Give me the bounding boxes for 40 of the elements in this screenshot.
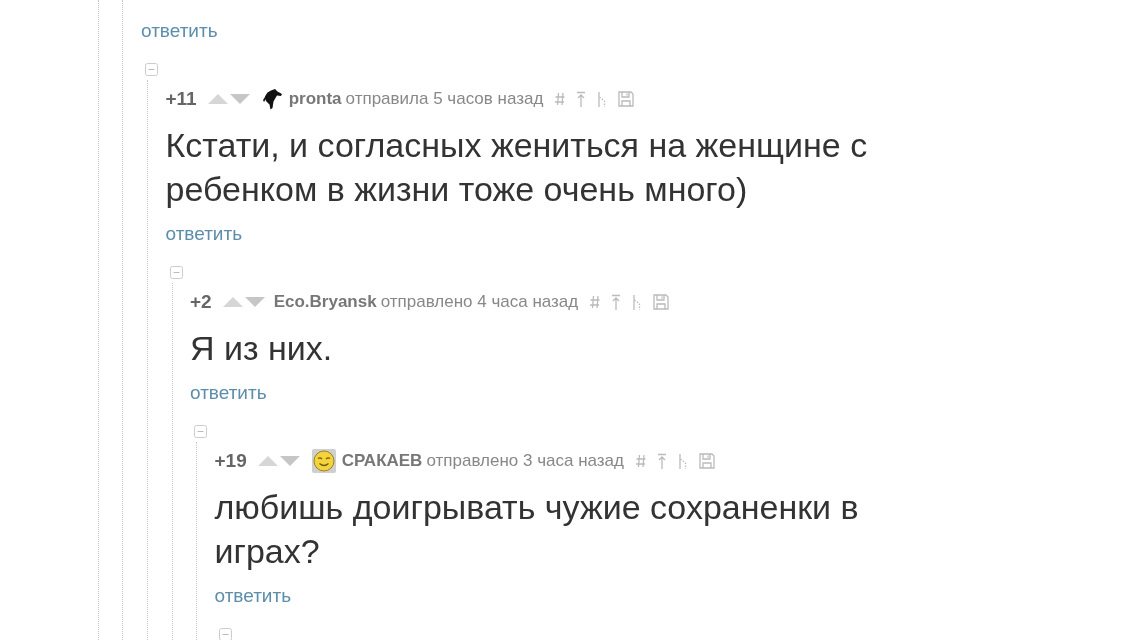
reply-link[interactable]: ответить	[141, 19, 218, 43]
up-arrow-icon[interactable]	[257, 456, 278, 466]
arrow-up-icon[interactable]	[656, 453, 667, 469]
minus-icon[interactable]	[194, 425, 207, 438]
minus-icon[interactable]	[145, 63, 158, 76]
comment-text: Кстати, и согласных жениться на женщине с ребенком в жизни тоже очень много)	[165, 125, 869, 210]
author-link[interactable]: pronta	[288, 87, 342, 111]
save-icon[interactable]	[653, 294, 670, 310]
post-time: отправлено 3 часа назад	[426, 450, 624, 472]
down-arrow-icon[interactable]	[229, 94, 250, 104]
arrow-up-icon[interactable]	[576, 91, 587, 107]
smiley-icon	[311, 449, 336, 473]
branch-icon[interactable]	[677, 453, 688, 469]
arrow-up-icon[interactable]	[611, 294, 622, 310]
reply-link[interactable]: ответить	[214, 584, 292, 608]
author-link[interactable]: Eco.Bryansk	[273, 290, 377, 314]
rating-score: +11	[165, 87, 197, 111]
silhouette-icon	[261, 88, 283, 110]
up-arrow-icon[interactable]	[222, 297, 243, 307]
down-arrow-icon[interactable]	[244, 297, 265, 307]
hash-icon[interactable]	[590, 295, 601, 309]
post-time: отправила 5 часов назад	[345, 88, 544, 110]
reply-link[interactable]: ответить	[165, 222, 243, 246]
comment-text: любишь доигрывать чужие сохраненки в играх?	[214, 487, 860, 572]
up-arrow-icon[interactable]	[207, 94, 228, 104]
rating-score: +2	[190, 290, 212, 314]
minus-icon[interactable]	[169, 266, 183, 279]
branch-icon[interactable]	[597, 91, 608, 107]
branch-icon[interactable]	[632, 294, 643, 310]
post-time: отправлено 4 часа назад	[380, 291, 579, 313]
save-icon[interactable]	[618, 91, 635, 107]
down-arrow-icon[interactable]	[279, 456, 300, 466]
hash-icon[interactable]	[555, 92, 566, 106]
minus-icon[interactable]	[218, 628, 232, 640]
comment-text: Я из них.	[190, 328, 333, 369]
reply-link[interactable]: ответить	[190, 381, 267, 405]
save-icon[interactable]	[698, 453, 715, 469]
author-link[interactable]: СРАКАЕВ	[341, 449, 423, 473]
hash-icon[interactable]	[635, 454, 646, 468]
rating-score: +19	[214, 449, 247, 473]
